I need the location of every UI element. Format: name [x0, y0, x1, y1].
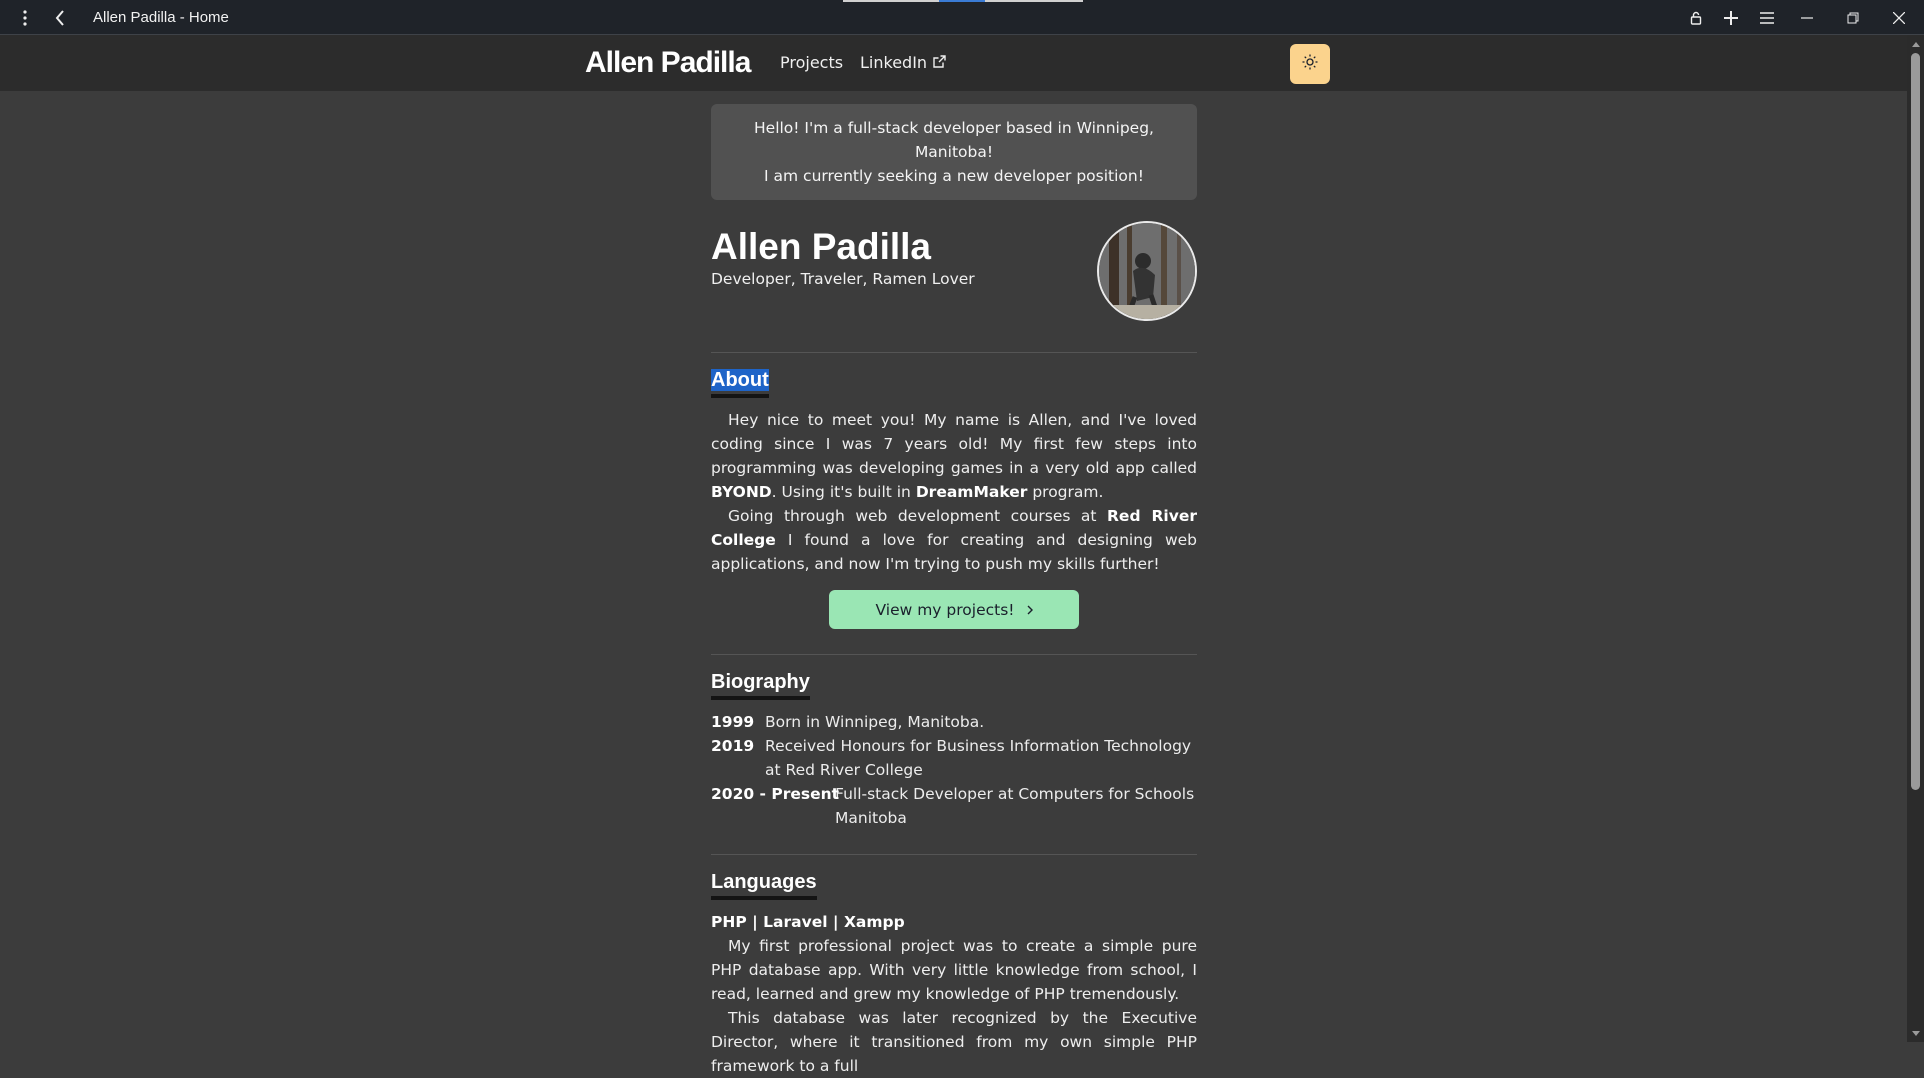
bio-entry: 2020 - Present Full-stack Developer at C… — [711, 782, 1197, 830]
theme-toggle-button[interactable] — [1290, 44, 1330, 84]
nav-link-projects[interactable]: Projects — [780, 35, 843, 91]
restore-icon[interactable] — [1833, 0, 1873, 35]
biography-list: 1999 Born in Winnipeg, Manitoba. 2019 Re… — [711, 710, 1197, 830]
hero: Allen Padilla Developer, Traveler, Ramen… — [711, 221, 1197, 352]
language-title: PHP | Laravel | Xampp — [711, 913, 905, 931]
about-text-bold: DreamMaker — [915, 483, 1028, 501]
hero-name: Allen Padilla — [711, 226, 932, 267]
scroll-down-icon[interactable] — [1907, 1026, 1924, 1040]
about-text: Going through web development courses at — [728, 507, 1107, 525]
languages-paragraph-2: This database was later recognized by th… — [711, 1009, 1197, 1075]
window-titlebar: Allen Padilla - Home — [0, 0, 1924, 35]
sun-icon — [1302, 54, 1318, 74]
external-link-icon — [933, 35, 946, 91]
hero-subtitle: Developer, Traveler, Ramen Lover — [711, 270, 975, 288]
site-nav: Allen Padilla Projects LinkedIn — [0, 35, 1907, 91]
back-icon[interactable] — [40, 0, 80, 35]
tab-indicator — [985, 0, 1083, 2]
intro-banner: Hello! I'm a full-stack developer based … — [711, 104, 1197, 200]
about-heading-text: About — [711, 369, 769, 391]
bio-text: Full-stack Developer at Computers for Sc… — [835, 785, 1195, 827]
biography-heading: Biography — [711, 671, 810, 700]
more-vertical-icon[interactable] — [5, 0, 45, 35]
bio-text: Born in Winnipeg, Manitoba. — [765, 713, 985, 731]
about-paragraph-1: Hey nice to meet you! My name is Allen, … — [711, 408, 1197, 504]
about-text: Hey nice to meet you! My name is Allen, … — [711, 411, 1197, 477]
close-icon[interactable] — [1879, 0, 1919, 35]
view-projects-button[interactable]: View my projects! — [829, 590, 1079, 629]
avatar — [1097, 221, 1197, 321]
bio-entry: 2019 Received Honours for Business Infor… — [711, 734, 1197, 782]
scrollbar[interactable] — [1907, 35, 1924, 1042]
view-projects-label: View my projects! — [875, 600, 1015, 619]
main-content: Hello! I'm a full-stack developer based … — [711, 104, 1197, 1078]
divider — [711, 352, 1197, 353]
languages-paragraph-1: My first professional project was to cre… — [711, 937, 1197, 1003]
intro-line: I am currently seeking a new developer p… — [764, 167, 1144, 185]
nav-link-linkedin[interactable]: LinkedIn — [860, 35, 946, 91]
tab-indicator — [843, 0, 939, 2]
about-paragraph-2: Going through web development courses at… — [711, 504, 1197, 576]
nav-link-label: LinkedIn — [860, 53, 928, 72]
scrollbar-thumb[interactable] — [1911, 53, 1920, 790]
chevron-right-icon — [1027, 601, 1033, 619]
about-text: program. — [1027, 483, 1104, 501]
add-tab-icon[interactable] — [1711, 0, 1751, 35]
about-text: I found a love for creating and designin… — [711, 531, 1197, 573]
lock-icon[interactable] — [1676, 0, 1716, 35]
scroll-up-icon[interactable] — [1907, 37, 1924, 51]
bio-year: 1999 — [711, 713, 755, 731]
intro-line: Hello! I'm a full-stack developer based … — [754, 119, 1154, 161]
cta-wrap: View my projects! — [711, 590, 1197, 629]
bio-text: Received Honours for Business Informatio… — [765, 737, 1192, 779]
divider — [711, 854, 1197, 855]
tab-indicator-active — [939, 0, 985, 2]
nav-link-label: Projects — [780, 53, 844, 72]
languages-heading: Languages — [711, 871, 817, 900]
about-body: Hey nice to meet you! My name is Allen, … — [711, 408, 1197, 576]
brand-logo[interactable]: Allen Padilla — [585, 35, 751, 91]
menu-icon[interactable] — [1747, 0, 1787, 35]
divider — [711, 654, 1197, 655]
bio-year: 2020 - Present — [711, 785, 840, 803]
about-heading: About — [711, 369, 769, 398]
about-text-bold: BYOND — [711, 483, 772, 501]
minimize-icon[interactable] — [1787, 0, 1827, 35]
about-text: . Using it's built in — [771, 483, 916, 501]
bio-year: 2019 — [711, 737, 755, 755]
window-title: Allen Padilla - Home — [93, 9, 229, 26]
bio-entry: 1999 Born in Winnipeg, Manitoba. — [711, 710, 1197, 734]
